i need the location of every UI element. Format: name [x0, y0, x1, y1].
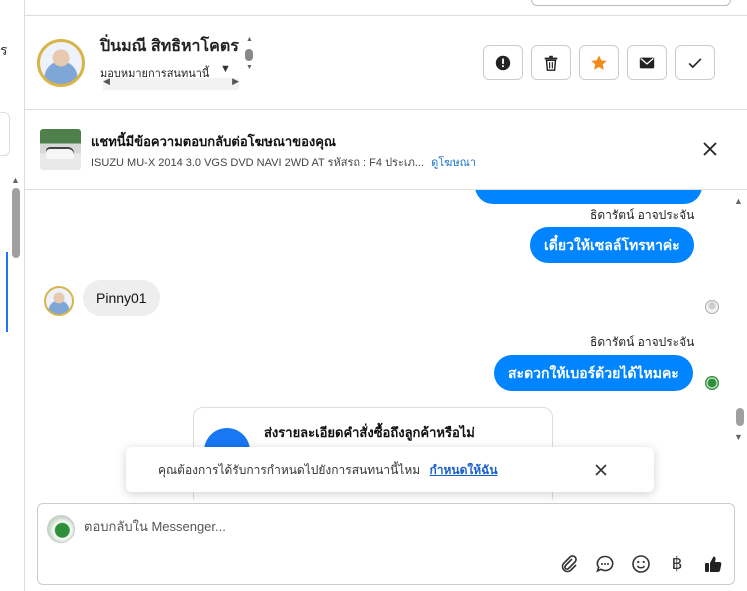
scroll-down-icon[interactable]: ▼	[246, 64, 253, 71]
top-search-field[interactable]	[531, 0, 731, 6]
thread-scroll-up-icon[interactable]: ▲	[734, 196, 743, 206]
incoming-message[interactable]: Pinny01	[83, 280, 160, 316]
assign-hscrollbar[interactable]: ◀ ▶	[103, 76, 239, 90]
messenger-inbox: ร ▲ ปิ่นมณี สิทธิหาโคตร ▲ ▼ มอบหมายการสน…	[0, 0, 747, 591]
active-conversation-indicator	[6, 252, 8, 332]
page-avatar	[47, 515, 75, 543]
scroll-left-icon[interactable]: ◀	[103, 76, 110, 87]
paperclip-icon	[561, 555, 577, 573]
assign-prompt-text: คุณต้องการได้รับการกำหนดไปยังการสนทนานี้…	[158, 463, 421, 477]
contact-avatar-small[interactable]	[44, 286, 74, 316]
mark-done-button[interactable]	[675, 45, 715, 80]
ad-banner-subtitle: ISUZU MU-X 2014 3.0 VGS DVD NAVI 2WD AT …	[91, 153, 476, 171]
star-icon	[591, 54, 607, 70]
top-strip	[25, 0, 747, 16]
close-icon	[595, 464, 607, 476]
ad-banner-title: แชทนี้มีข้อความตอบกลับต่อโฆษณาของคุณ	[91, 134, 336, 149]
reply-composer: ฿	[37, 503, 735, 585]
scroll-thumb[interactable]	[245, 49, 253, 61]
sidebar-glyph: ร	[0, 42, 8, 58]
mark-unread-button[interactable]	[627, 45, 667, 80]
outgoing-message[interactable]: สะดวกให้เบอร์ด้วยได้ไหมคะ	[494, 355, 693, 391]
assign-prompt-toast: คุณต้องการได้รับการกำหนดไปยังการสนทนานี้…	[126, 447, 654, 492]
scroll-up-icon[interactable]: ▲	[246, 36, 253, 43]
like-button[interactable]	[702, 553, 724, 575]
mail-icon	[639, 57, 655, 68]
conversation-header: ปิ่นมณี สิทธิหาโคตร ▲ ▼ มอบหมายการสนทนาน…	[25, 16, 747, 110]
message-sender: ธิดารัตน์ อาจประจัน	[590, 335, 695, 349]
composer-tools: ฿	[558, 553, 724, 575]
smiley-icon	[632, 555, 650, 573]
mark-spam-button[interactable]	[483, 45, 523, 80]
assign-to-me-link[interactable]: กำหนดให้ฉัน	[430, 463, 498, 477]
thumbs-up-icon	[705, 556, 722, 572]
view-ad-link[interactable]: ดูโฆษณา	[431, 157, 476, 169]
chevron-down-icon[interactable]: ▼	[220, 63, 231, 75]
seen-avatar-icon	[705, 300, 719, 314]
name-scrollbar[interactable]: ▲ ▼	[244, 36, 256, 76]
contact-name[interactable]: ปิ่นมณี สิทธิหาโคตร	[100, 34, 239, 59]
close-banner-button[interactable]	[700, 139, 720, 159]
thread-scrollbar[interactable]	[736, 408, 744, 426]
contact-avatar[interactable]	[37, 39, 85, 87]
saved-replies-button[interactable]	[594, 553, 616, 575]
attach-button[interactable]	[558, 553, 580, 575]
conversation-list-panel: ร ▲	[0, 0, 25, 591]
check-icon	[688, 57, 702, 68]
assign-prompt: คุณต้องการได้รับการกำหนดไปยังการสนทนานี้…	[158, 461, 498, 480]
emoji-button[interactable]	[630, 553, 652, 575]
delete-button[interactable]	[531, 45, 571, 80]
reply-input[interactable]	[84, 519, 684, 534]
outgoing-message-partial[interactable]	[475, 190, 702, 204]
close-toast-button[interactable]	[592, 461, 610, 479]
list-scroll-up-icon[interactable]: ▲	[11, 175, 20, 185]
message-sender: ธิดารัตน์ อาจประจัน	[590, 208, 695, 222]
sidebar-box[interactable]	[0, 112, 10, 156]
close-icon	[703, 142, 717, 156]
ad-thumbnail[interactable]	[40, 129, 81, 170]
alert-icon	[495, 55, 511, 70]
thread-scroll-down-icon[interactable]: ▼	[734, 432, 743, 442]
chat-bubble-icon	[596, 555, 614, 573]
header-actions	[483, 45, 715, 80]
trash-icon	[544, 55, 558, 71]
list-scrollbar[interactable]	[12, 188, 20, 258]
ad-reply-banner: แชทนี้มีข้อความตอบกลับต่อโฆษณาของคุณ ISU…	[25, 110, 747, 190]
seen-page-logo-icon	[705, 376, 719, 390]
payment-button[interactable]: ฿	[666, 553, 688, 575]
outgoing-message[interactable]: เดี๋ยวให้เซลล์โทรหาค่ะ	[530, 227, 694, 263]
ad-subtitle-text: ISUZU MU-X 2014 3.0 VGS DVD NAVI 2WD AT …	[91, 157, 425, 169]
order-card-title: ส่งรายละเอียดคำสั่งซื้อถึงลูกค้าหรือไม่	[264, 425, 475, 440]
baht-icon: ฿	[671, 554, 683, 573]
star-button[interactable]	[579, 45, 619, 80]
scroll-right-icon[interactable]: ▶	[232, 76, 239, 87]
